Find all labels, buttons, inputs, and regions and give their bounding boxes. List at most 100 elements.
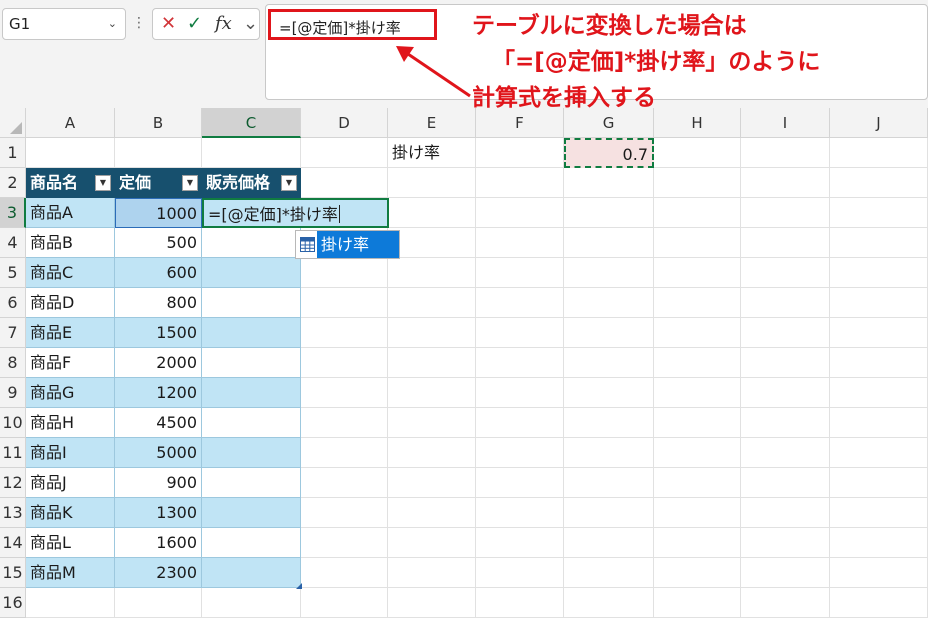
grid-cell[interactable] (476, 258, 564, 288)
column-header-h[interactable]: H (654, 108, 741, 138)
grid-cell[interactable] (564, 258, 654, 288)
grid-cell[interactable] (301, 138, 388, 168)
grid-cell[interactable] (741, 558, 830, 588)
product-name-cell[interactable]: 商品J (26, 468, 115, 498)
product-name-cell[interactable]: 商品C (26, 258, 115, 288)
product-name-cell[interactable]: 商品E (26, 318, 115, 348)
grid-cell[interactable] (654, 468, 741, 498)
grid-cell[interactable] (654, 498, 741, 528)
column-header-j[interactable]: J (830, 108, 928, 138)
grid-cell[interactable] (654, 198, 741, 228)
select-all-button[interactable] (0, 108, 26, 138)
grid-cell[interactable] (564, 228, 654, 258)
column-header-i[interactable]: I (741, 108, 830, 138)
grid-cell[interactable] (476, 558, 564, 588)
filter-dropdown-icon[interactable]: ▼ (182, 175, 198, 191)
table-resize-handle[interactable] (296, 583, 302, 589)
grid-cell[interactable] (564, 558, 654, 588)
grid-cell[interactable] (476, 288, 564, 318)
grid-cell[interactable] (301, 408, 388, 438)
grid-cell[interactable] (388, 558, 476, 588)
grid-cell[interactable] (476, 408, 564, 438)
grid-cell[interactable] (115, 138, 202, 168)
grid-cell[interactable] (388, 378, 476, 408)
row-header-4[interactable]: 4 (0, 228, 26, 258)
row-header-3[interactable]: 3 (0, 198, 26, 228)
name-box[interactable]: G1 ⌄ (2, 8, 126, 40)
grid-cell[interactable] (830, 498, 928, 528)
row-header-12[interactable]: 12 (0, 468, 26, 498)
grid-cell[interactable] (654, 258, 741, 288)
sale-price-cell[interactable] (202, 378, 301, 408)
cell-e1[interactable]: 掛け率 (388, 138, 476, 168)
grid-cell[interactable] (654, 408, 741, 438)
row-header-14[interactable]: 14 (0, 528, 26, 558)
grid-cell[interactable] (26, 588, 115, 618)
grid-cell[interactable] (741, 468, 830, 498)
grid-cell[interactable] (654, 138, 741, 168)
autocomplete-item[interactable]: 掛け率 (317, 231, 399, 258)
filter-dropdown-icon[interactable]: ▼ (281, 175, 297, 191)
grid-cell[interactable] (388, 198, 476, 228)
grid-cell[interactable] (741, 198, 830, 228)
grid-cell[interactable] (564, 588, 654, 618)
grid-cell[interactable] (388, 168, 476, 198)
column-header-e[interactable]: E (388, 108, 476, 138)
list-price-cell[interactable]: 1000 (115, 198, 202, 228)
grid-cell[interactable] (476, 198, 564, 228)
grid-cell[interactable] (476, 528, 564, 558)
grid-cell[interactable] (301, 438, 388, 468)
grid-cell[interactable] (830, 378, 928, 408)
table-header-cell[interactable]: 販売価格 ▼ (202, 168, 301, 198)
row-header-7[interactable]: 7 (0, 318, 26, 348)
column-header-d[interactable]: D (301, 108, 388, 138)
row-header-15[interactable]: 15 (0, 558, 26, 588)
grid-cell[interactable] (654, 558, 741, 588)
grid-cell[interactable] (476, 438, 564, 468)
grid-cell[interactable] (564, 348, 654, 378)
column-header-c[interactable]: C (202, 108, 301, 138)
product-name-cell[interactable]: 商品A (26, 198, 115, 228)
grid-cell[interactable] (830, 438, 928, 468)
grid-cell[interactable] (388, 408, 476, 438)
grid-cell[interactable] (741, 228, 830, 258)
list-price-cell[interactable]: 1200 (115, 378, 202, 408)
grid-cell[interactable] (388, 288, 476, 318)
row-header-5[interactable]: 5 (0, 258, 26, 288)
grid-cell[interactable] (741, 528, 830, 558)
column-header-a[interactable]: A (26, 108, 115, 138)
column-header-f[interactable]: F (476, 108, 564, 138)
grid-cell[interactable] (388, 258, 476, 288)
grid-cell[interactable] (26, 138, 115, 168)
product-name-cell[interactable]: 商品L (26, 528, 115, 558)
list-price-cell[interactable]: 800 (115, 288, 202, 318)
list-price-cell[interactable]: 1600 (115, 528, 202, 558)
grid-cell[interactable] (301, 588, 388, 618)
grid-cell[interactable] (741, 408, 830, 438)
row-header-10[interactable]: 10 (0, 408, 26, 438)
list-price-cell[interactable]: 1300 (115, 498, 202, 528)
grid-cell[interactable] (564, 408, 654, 438)
grid-cell[interactable] (301, 318, 388, 348)
row-header-11[interactable]: 11 (0, 438, 26, 468)
row-header-1[interactable]: 1 (0, 138, 26, 168)
checkmark-icon[interactable]: ✓ (187, 13, 202, 35)
grid-cell[interactable] (388, 318, 476, 348)
sale-price-cell[interactable] (202, 558, 301, 588)
row-header-9[interactable]: 9 (0, 378, 26, 408)
grid-cell[interactable] (654, 588, 741, 618)
row-header-13[interactable]: 13 (0, 498, 26, 528)
grid-cell[interactable] (301, 528, 388, 558)
grid-cell[interactable] (830, 558, 928, 588)
filter-dropdown-icon[interactable]: ▼ (95, 175, 111, 191)
grid-cell[interactable] (741, 168, 830, 198)
grid-cell[interactable] (741, 258, 830, 288)
sale-price-cell[interactable] (202, 288, 301, 318)
grid-cell[interactable] (830, 288, 928, 318)
grid-cell[interactable] (654, 288, 741, 318)
grid-cell[interactable] (654, 348, 741, 378)
product-name-cell[interactable]: 商品G (26, 378, 115, 408)
grid-cell[interactable] (476, 588, 564, 618)
row-header-6[interactable]: 6 (0, 288, 26, 318)
grid-cell[interactable] (476, 228, 564, 258)
